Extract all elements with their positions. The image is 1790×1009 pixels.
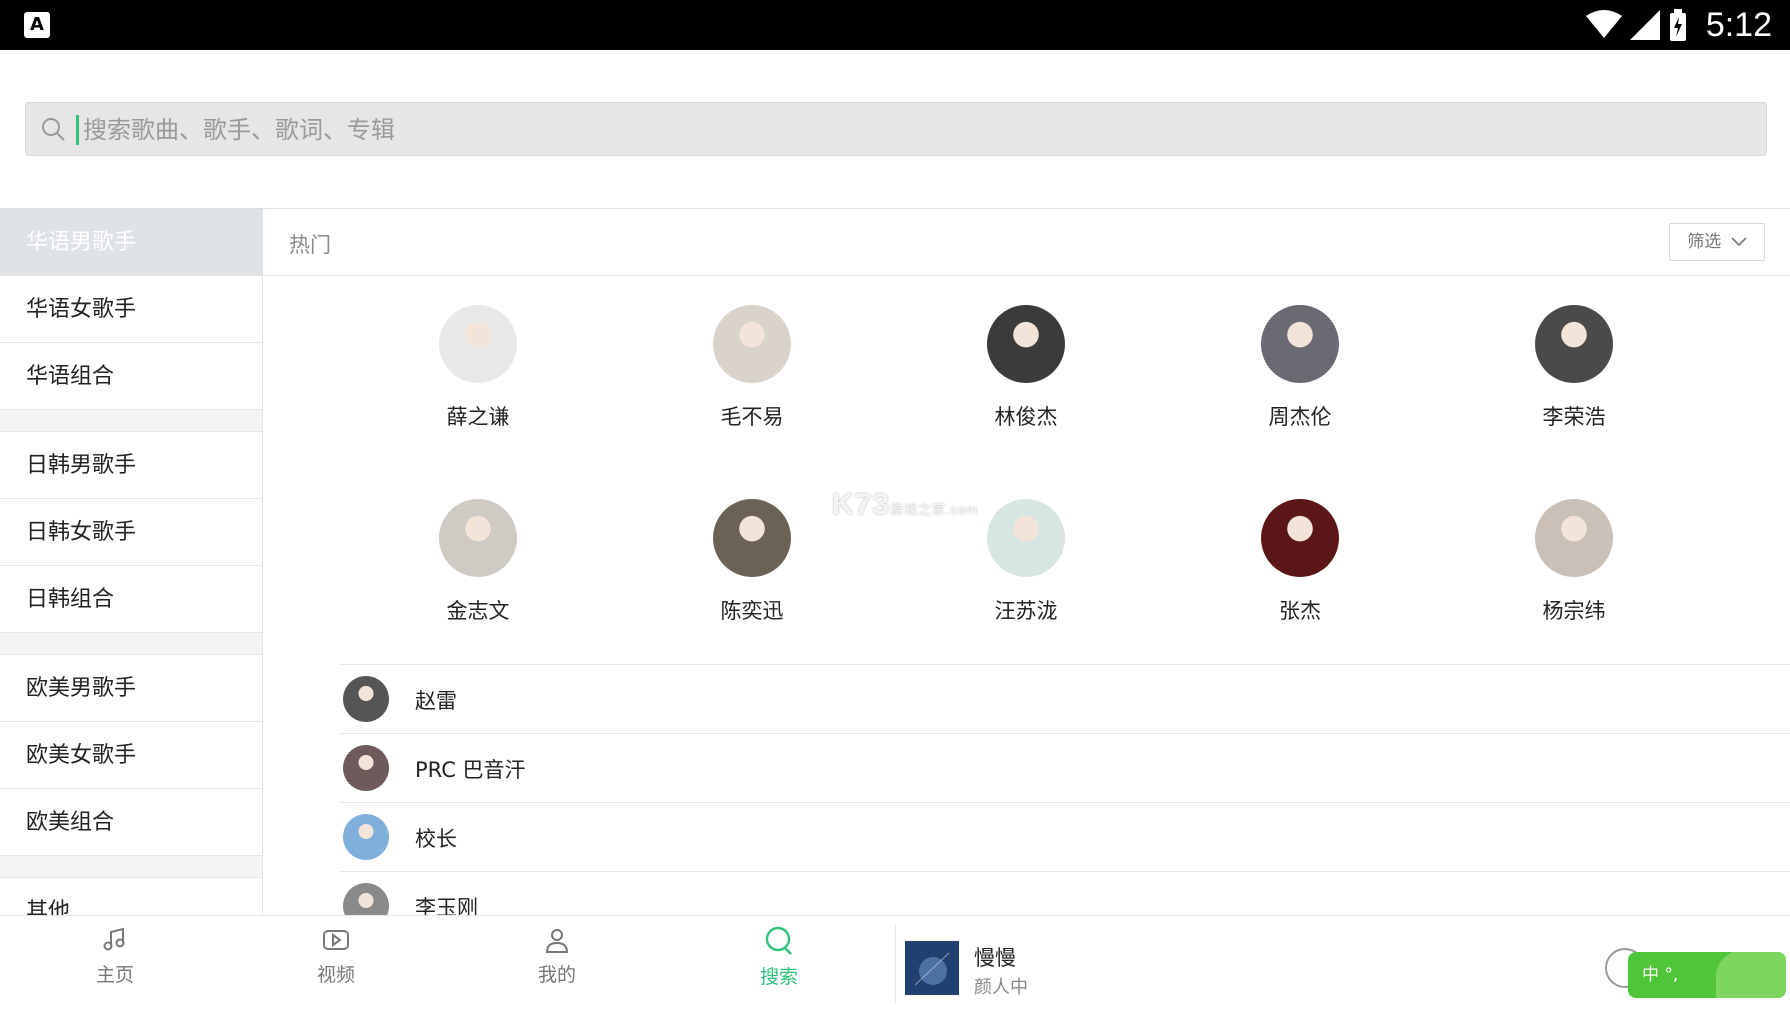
search-icon <box>42 118 65 141</box>
sidebar-item-west-female[interactable]: 欧美女歌手 <box>0 722 262 789</box>
tab-mine[interactable]: 我的 <box>497 926 617 987</box>
avatar <box>439 499 517 577</box>
ime-badge[interactable]: 中 °, <box>1628 952 1786 998</box>
filter-button[interactable]: 筛选 <box>1669 223 1765 261</box>
artist-name: 杨宗纬 <box>1542 599 1606 623</box>
search-input[interactable] <box>81 111 1685 149</box>
artist-name: 薛之谦 <box>446 405 510 429</box>
text-caret <box>76 115 79 145</box>
artist-card[interactable]: 林俊杰 <box>946 305 1106 431</box>
section-title: 热门 <box>289 233 331 257</box>
artist-name: 李荣浩 <box>1542 405 1606 429</box>
chevron-down-icon <box>1731 237 1747 247</box>
sidebar-item-west-group[interactable]: 欧美组合 <box>0 789 262 856</box>
bottom-navigation: 主页 视频 我的 搜索 慢慢 颜人中 中 °, <box>0 915 1790 1009</box>
search-box[interactable] <box>25 102 1767 156</box>
tab-video[interactable]: 视频 <box>276 926 396 987</box>
tab-label: 主页 <box>95 964 134 986</box>
signal-icon <box>1629 10 1660 40</box>
now-playing-artist: 颜人中 <box>974 977 1028 998</box>
watermark: K73游戏之家.com <box>832 488 979 521</box>
avatar <box>987 305 1065 383</box>
status-bar: A 5:12 <box>0 0 1790 50</box>
sidebar-item-jk-group[interactable]: 日韩组合 <box>0 566 262 633</box>
avatar <box>1535 305 1613 383</box>
music-note-icon <box>103 927 125 951</box>
artist-name: 张杰 <box>1279 599 1321 623</box>
search-area <box>0 50 1790 208</box>
user-icon <box>545 929 569 953</box>
artist-name: PRC 巴音汗 <box>415 758 526 782</box>
artist-name: 李玉刚 <box>415 896 478 915</box>
avatar <box>713 305 791 383</box>
avatar <box>713 499 791 577</box>
sidebar-item-cn-male[interactable]: 华语男歌手 <box>0 209 262 276</box>
tab-search[interactable]: 搜索 <box>719 926 839 989</box>
divider <box>895 924 896 1004</box>
video-play-icon <box>323 930 349 950</box>
clock: 5:12 <box>1705 5 1772 44</box>
avatar <box>1535 499 1613 577</box>
battery-charging-icon <box>1669 9 1686 41</box>
artist-card[interactable]: 薛之谦 <box>398 305 558 431</box>
list-item[interactable]: PRC 巴音汗 <box>340 733 1790 802</box>
artist-name: 林俊杰 <box>994 405 1058 429</box>
avatar <box>1261 499 1339 577</box>
list-item[interactable]: 赵雷 <box>340 664 1790 733</box>
artist-name: 周杰伦 <box>1268 405 1332 429</box>
sidebar-item-cn-group[interactable]: 华语组合 <box>0 343 262 410</box>
avatar <box>987 499 1065 577</box>
avatar <box>343 676 389 722</box>
artist-name: 陈奕迅 <box>720 599 784 623</box>
list-item[interactable]: 李玉刚 <box>340 871 1790 915</box>
sidebar-item-jk-male[interactable]: 日韩男歌手 <box>0 432 262 499</box>
artist-list: 赵雷 PRC 巴音汗 校长 李玉刚 <box>340 664 1790 915</box>
avatar <box>343 814 389 860</box>
artist-card[interactable]: 周杰伦 <box>1220 305 1380 431</box>
tab-label: 我的 <box>537 964 576 986</box>
search-icon <box>765 926 792 955</box>
album-cover[interactable] <box>905 941 959 995</box>
sidebar-item-other[interactable]: 其他 <box>0 878 262 915</box>
tab-label: 搜索 <box>759 966 798 988</box>
artist-card[interactable]: 陈奕迅 <box>672 499 832 625</box>
artist-name: 金志文 <box>446 599 510 623</box>
avatar <box>439 305 517 383</box>
tab-label: 视频 <box>316 964 355 986</box>
sidebar-item-cn-female[interactable]: 华语女歌手 <box>0 276 262 343</box>
artist-name: 校长 <box>415 827 457 851</box>
now-playing-title[interactable]: 慢慢 <box>974 942 1016 972</box>
artist-name: 汪苏泷 <box>994 599 1058 623</box>
artist-name: 毛不易 <box>720 405 784 429</box>
sidebar-separator <box>0 410 262 432</box>
wifi-icon <box>1585 10 1622 38</box>
artist-name: 赵雷 <box>415 689 457 713</box>
artist-card[interactable]: 张杰 <box>1220 499 1380 625</box>
sidebar-separator <box>0 633 262 655</box>
avatar <box>1261 305 1339 383</box>
list-item[interactable]: 校长 <box>340 802 1790 871</box>
tab-home[interactable]: 主页 <box>55 926 175 987</box>
hot-header: 热门 筛选 <box>263 209 1790 276</box>
sidebar-item-jk-female[interactable]: 日韩女歌手 <box>0 499 262 566</box>
artist-card[interactable]: 杨宗纬 <box>1494 499 1654 625</box>
artist-card[interactable]: 李荣浩 <box>1494 305 1654 431</box>
sidebar-separator <box>0 856 262 878</box>
filter-label: 筛选 <box>1687 232 1722 252</box>
artist-card[interactable]: 金志文 <box>398 499 558 625</box>
notification-icon: A <box>24 12 50 38</box>
avatar <box>343 883 389 915</box>
artist-card[interactable]: 毛不易 <box>672 305 832 431</box>
artist-content: 热门 筛选 薛之谦 毛不易 林俊杰 周杰伦 李荣浩 金志文 陈奕迅 汪苏泷 张杰… <box>263 209 1790 915</box>
album-art-image <box>905 941 959 995</box>
leaf-decoration <box>1716 952 1786 998</box>
category-sidebar: 华语男歌手 华语女歌手 华语组合 日韩男歌手 日韩女歌手 日韩组合 欧美男歌手 … <box>0 209 263 915</box>
sidebar-item-west-male[interactable]: 欧美男歌手 <box>0 655 262 722</box>
avatar <box>343 745 389 791</box>
